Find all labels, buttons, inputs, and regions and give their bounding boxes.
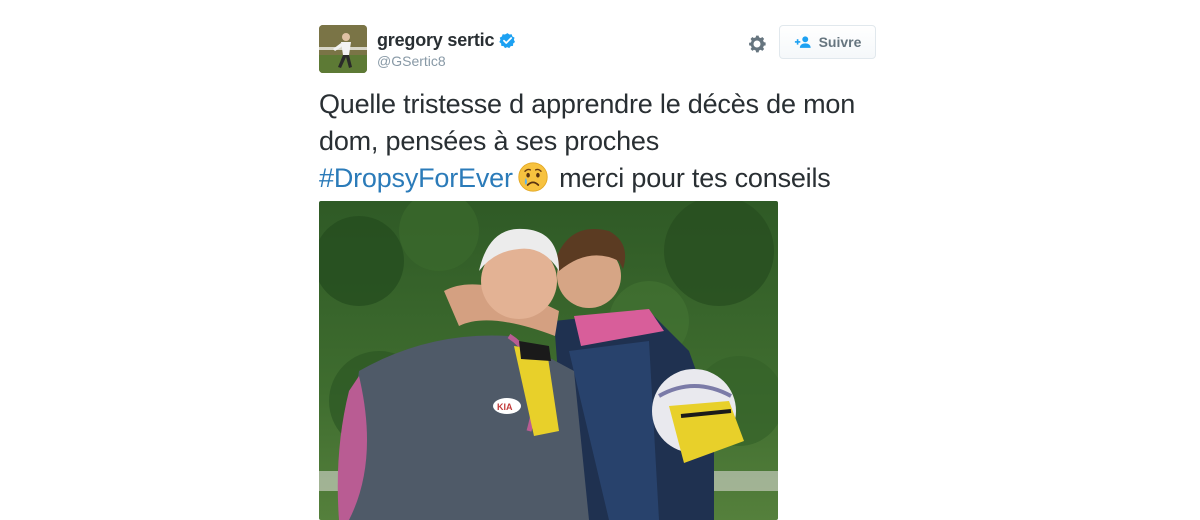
user-names: gregory sertic @GSertic8 (377, 30, 516, 69)
follow-button[interactable]: Suivre (779, 25, 876, 59)
tweet-text-main: Quelle tristesse d apprendre le décès de… (319, 89, 856, 156)
hashtag-link[interactable]: #DropsyForEver (319, 163, 513, 193)
avatar[interactable] (319, 25, 367, 73)
add-user-icon (794, 36, 811, 48)
follow-button-label: Suivre (818, 34, 862, 50)
tweet-card: gregory sertic @GSertic8 Suivre Quelle t… (319, 24, 879, 520)
tweet-photo[interactable]: KIA (319, 201, 778, 520)
tweet-text-end: merci pour tes conseils (559, 163, 831, 193)
tweet-header: gregory sertic @GSertic8 Suivre (319, 24, 879, 76)
crying-face-icon (518, 162, 548, 192)
svg-text:KIA: KIA (497, 402, 513, 412)
avatar-image (319, 25, 367, 73)
tweet-text: Quelle tristesse d apprendre le décès de… (319, 86, 894, 197)
verified-badge-icon (499, 33, 516, 49)
user-fullname[interactable]: gregory sertic (377, 30, 494, 51)
gear-icon[interactable] (746, 33, 768, 55)
photo-two-goalkeepers: KIA (319, 201, 778, 520)
user-handle[interactable]: @GSertic8 (377, 53, 516, 69)
fullname-row: gregory sertic (377, 30, 516, 51)
